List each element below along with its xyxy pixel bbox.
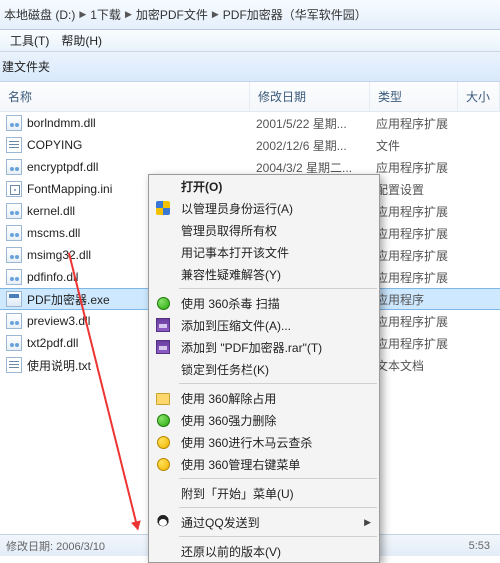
file-name: preview3.dll [27, 314, 90, 328]
shield-icon [155, 200, 171, 216]
file-icon [6, 181, 22, 197]
breadcrumb-p3[interactable]: PDF加密器（华军软件园） [221, 4, 369, 25]
file-icon [6, 225, 22, 241]
chevron-right-icon: ▶ [125, 9, 132, 20]
file-icon [6, 269, 22, 285]
col-date[interactable]: 修改日期 [250, 82, 370, 111]
file-name: PDF加密器.exe [27, 291, 110, 308]
ctx-pin-taskbar[interactable]: 锁定到任务栏(K) [149, 358, 379, 380]
separator [179, 507, 377, 508]
file-icon [6, 137, 22, 153]
ctx-add-rar[interactable]: 添加到 "PDF加密器.rar"(T) [149, 336, 379, 358]
delete-icon [155, 412, 171, 428]
file-icon [6, 159, 22, 175]
file-name: COPYING [27, 138, 82, 152]
separator [179, 536, 377, 537]
submenu-arrow-icon: ▶ [364, 517, 371, 528]
file-name: kernel.dll [27, 204, 75, 218]
file-type: 应用程序扩展 [376, 203, 464, 220]
ctx-360-unlock[interactable]: 使用 360解除占用 [149, 387, 379, 409]
menu-bar: 工具(T) 帮助(H) [0, 30, 500, 52]
file-icon [6, 357, 22, 373]
ctx-open[interactable]: 打开(O) [149, 175, 379, 197]
file-name: pdfinfo.dll [27, 270, 78, 284]
file-date: 2001/5/22 星期... [256, 115, 376, 132]
ctx-compat[interactable]: 兼容性疑难解答(Y) [149, 263, 379, 285]
file-row[interactable]: COPYING 2002/12/6 星期...文件 [0, 134, 500, 156]
file-type: 应用程序扩展 [376, 313, 464, 330]
status-time: 5:53 [469, 540, 490, 552]
file-type: 文件 [376, 137, 464, 154]
column-header[interactable]: 名称 修改日期 类型 大小 [0, 82, 500, 112]
col-type[interactable]: 类型 [370, 82, 458, 111]
file-type: 文本文档 [376, 357, 464, 374]
breadcrumb-p1[interactable]: 1下载▶ [88, 4, 134, 25]
toolbar-new-folder[interactable]: 建文件夹 [2, 58, 50, 75]
archive-icon [155, 339, 171, 355]
breadcrumb-root[interactable]: 本地磁盘 (D:)▶ [2, 4, 88, 25]
menu-help[interactable]: 帮助(H) [55, 30, 108, 51]
ctx-take-ownership[interactable]: 管理员取得所有权 [149, 219, 379, 241]
file-icon [6, 115, 22, 131]
archive-icon [155, 317, 171, 333]
file-date: 2002/12/6 星期... [256, 137, 376, 154]
file-type: 应用程序扩展 [376, 225, 464, 242]
ctx-run-as-admin[interactable]: 以管理员身份运行(A) [149, 197, 379, 219]
file-type: 应用程序扩展 [376, 269, 464, 286]
file-icon [6, 313, 22, 329]
file-name: txt2pdf.dll [27, 336, 78, 350]
file-type: 应用程序扩展 [376, 247, 464, 264]
file-name: encryptpdf.dll [27, 160, 98, 174]
chevron-right-icon: ▶ [79, 9, 86, 20]
col-name[interactable]: 名称 [0, 82, 250, 111]
file-icon [6, 247, 22, 263]
file-name: 使用说明.txt [27, 357, 91, 374]
ctx-360-scan[interactable]: 使用 360杀毒 扫描 [149, 292, 379, 314]
menu-tools[interactable]: 工具(T) [4, 30, 55, 51]
separator [179, 478, 377, 479]
file-type: 应用程序扩展 [376, 159, 464, 176]
breadcrumb-p2[interactable]: 加密PDF文件▶ [134, 4, 221, 25]
separator [179, 383, 377, 384]
file-icon [6, 335, 22, 351]
file-row[interactable]: borlndmm.dll 2001/5/22 星期...应用程序扩展 [0, 112, 500, 134]
ctx-360-rmenu[interactable]: 使用 360管理右键菜单 [149, 453, 379, 475]
ctx-pin-start[interactable]: 附到「开始」菜单(U) [149, 482, 379, 504]
toolbar: 建文件夹 [0, 52, 500, 82]
ctx-prev-versions[interactable]: 还原以前的版本(V) [149, 540, 379, 562]
file-date: 2004/3/2 星期二... [256, 159, 376, 176]
ctx-open-notepad[interactable]: 用记事本打开该文件 [149, 241, 379, 263]
file-name: mscms.dll [27, 226, 80, 240]
file-type: 配置设置 [376, 181, 464, 198]
file-type: 应用程序扩展 [376, 335, 464, 352]
file-name: FontMapping.ini [27, 182, 112, 196]
chevron-right-icon: ▶ [212, 9, 219, 20]
settings-icon [155, 456, 171, 472]
context-menu: 打开(O) 以管理员身份运行(A) 管理员取得所有权 用记事本打开该文件 兼容性… [148, 174, 380, 563]
scan-icon [155, 434, 171, 450]
file-type: 应用程序 [376, 291, 464, 308]
file-type: 应用程序扩展 [376, 115, 464, 132]
ctx-qq-send[interactable]: 通过QQ发送到▶ [149, 511, 379, 533]
antivirus-icon [155, 295, 171, 311]
unlock-icon [155, 390, 171, 406]
file-icon [6, 203, 22, 219]
address-bar[interactable]: 本地磁盘 (D:)▶ 1下载▶ 加密PDF文件▶ PDF加密器（华军软件园） [0, 0, 500, 30]
separator [179, 288, 377, 289]
ctx-360-forcedel[interactable]: 使用 360强力删除 [149, 409, 379, 431]
col-size[interactable]: 大小 [458, 82, 500, 111]
qq-icon [155, 514, 171, 530]
ctx-add-archive[interactable]: 添加到压缩文件(A)... [149, 314, 379, 336]
file-name: borlndmm.dll [27, 116, 96, 130]
file-name: msimg32.dll [27, 248, 91, 262]
status-date: 修改日期: 2006/3/10 [6, 538, 105, 554]
ctx-360-trojan[interactable]: 使用 360进行木马云查杀 [149, 431, 379, 453]
file-icon [6, 291, 22, 307]
